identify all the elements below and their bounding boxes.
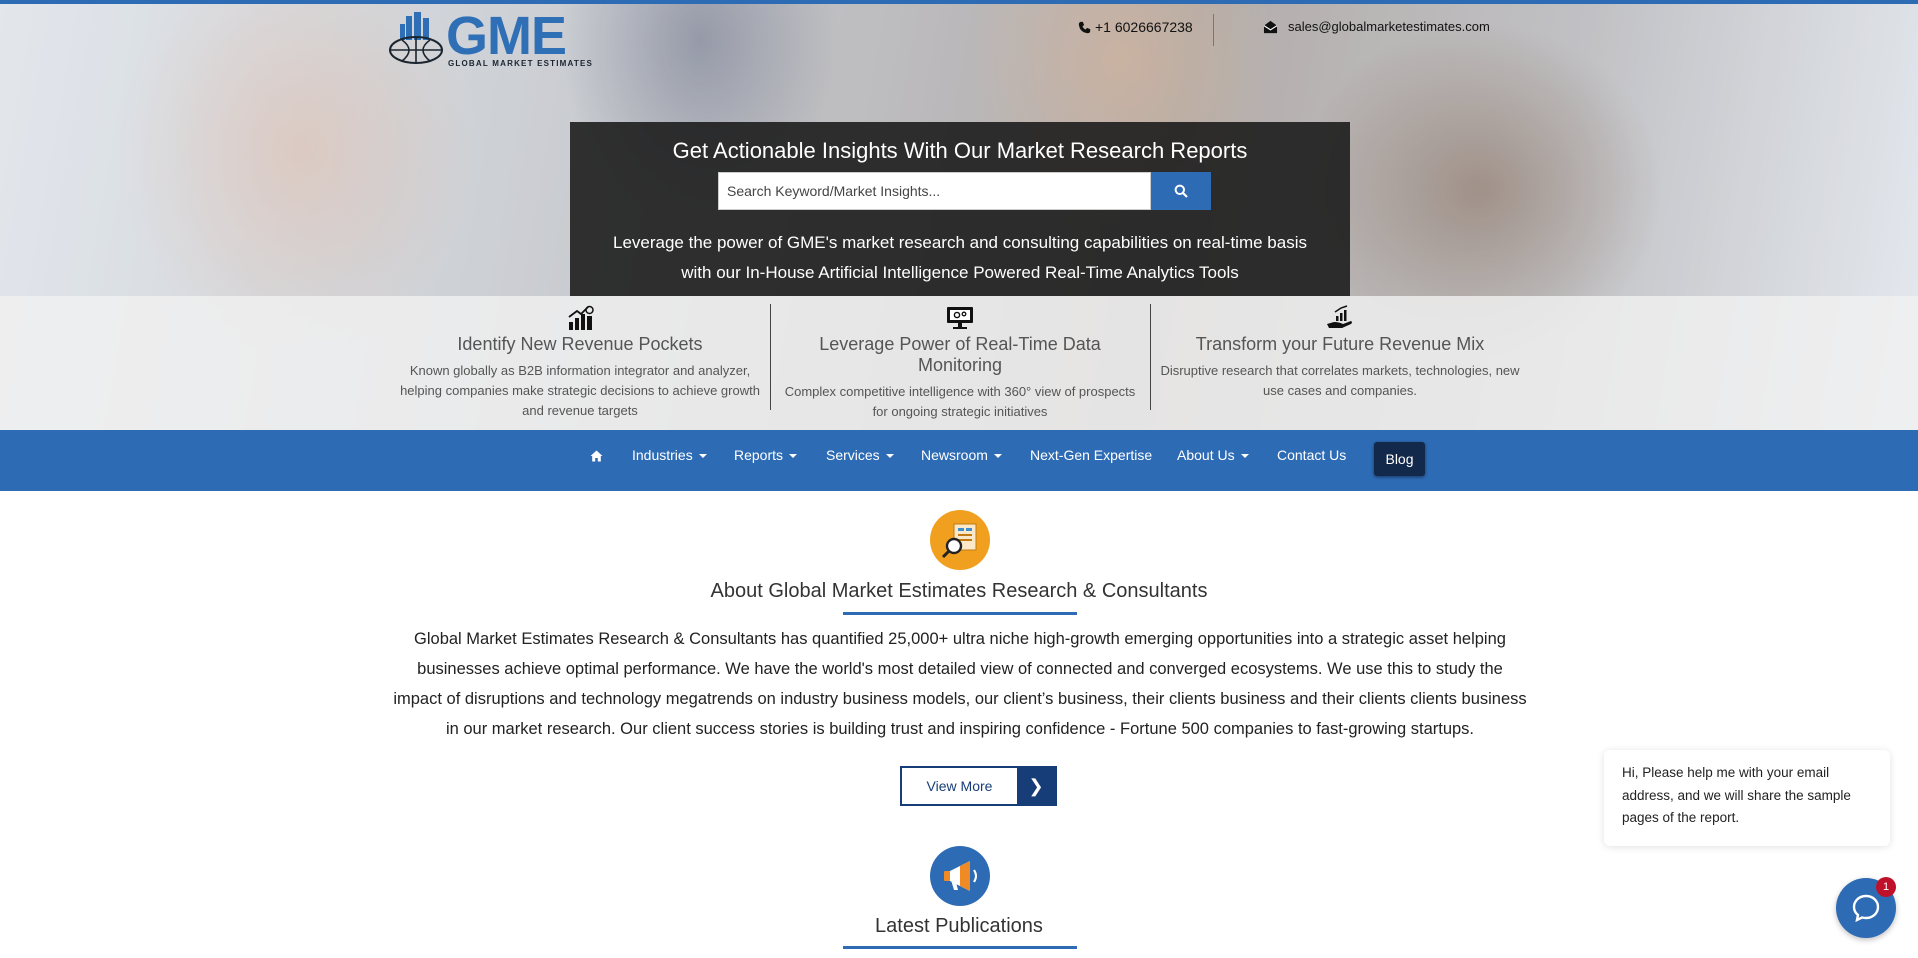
- feature-line: for ongoing strategic initiatives: [872, 404, 1048, 419]
- view-more-label: View More: [926, 778, 993, 794]
- phone-contact[interactable]: +1 6026667238: [1078, 19, 1193, 35]
- nav-label: Reports: [734, 447, 784, 463]
- nav-label: Industries: [632, 447, 693, 463]
- hero-heading: Get Actionable Insights With Our Market …: [672, 138, 1248, 163]
- feature-divider: [770, 304, 771, 410]
- feature-line: and revenue targets: [522, 403, 638, 418]
- search-input[interactable]: [718, 172, 1151, 210]
- blog-button[interactable]: Blog: [1374, 442, 1425, 476]
- phone-number: +1 6026667238: [1095, 19, 1193, 35]
- nav-next-gen-expertise[interactable]: Next-Gen Expertise: [1030, 430, 1152, 491]
- chat-line: address, and we will share the sample: [1622, 787, 1851, 803]
- hero-tagline: Leverage the power of GME's market resea…: [570, 228, 1350, 288]
- feature-line: Disruptive research that correlates mark…: [1160, 363, 1520, 378]
- globe-buildings-icon: [389, 12, 443, 64]
- feature-revenue-mix: Transform your Future Revenue Mix Disrup…: [1155, 304, 1525, 401]
- feature-description: Disruptive research that correlates mark…: [1155, 361, 1525, 401]
- feature-description: Complex competitive intelligence with 36…: [775, 382, 1145, 422]
- feature-line: Known globally as B2B information integr…: [409, 363, 751, 378]
- about-line: Global Market Estimates Research & Consu…: [414, 630, 1506, 648]
- nav-services[interactable]: Services: [826, 430, 894, 491]
- growth-hand-icon: [1327, 305, 1352, 328]
- caret-down-icon: [789, 454, 798, 459]
- nav-newsroom[interactable]: Newsroom: [921, 430, 1002, 491]
- email-address: sales@globalmarketestimates.com: [1288, 19, 1490, 34]
- nav-reports[interactable]: Reports: [734, 430, 798, 491]
- nav-label: About Us: [1177, 447, 1235, 463]
- publications-title-underline: [843, 946, 1077, 949]
- contact-divider: [1213, 14, 1214, 46]
- features-strip: Identify New Revenue Pockets Known globa…: [0, 296, 1918, 430]
- hero-tagline-line: with our In-House Artificial Intelligenc…: [681, 263, 1239, 282]
- megaphone-icon: [944, 861, 977, 891]
- search-bar: [718, 172, 1211, 210]
- about-description: Global Market Estimates Research & Consu…: [370, 624, 1550, 744]
- chat-bubble-icon: [1852, 894, 1880, 923]
- feature-title: Transform your Future Revenue Mix: [1195, 334, 1485, 354]
- site-logo[interactable]: GME GLOBAL MARKET ESTIMATES: [388, 6, 594, 68]
- caret-down-icon: [1240, 454, 1249, 459]
- nav-label: Next-Gen Expertise: [1030, 447, 1153, 463]
- feature-revenue-pockets: Identify New Revenue Pockets Known globa…: [395, 304, 765, 421]
- chat-line: Hi, Please help me with your email: [1622, 765, 1830, 780]
- view-more-button[interactable]: View More ❯: [900, 766, 1057, 806]
- feature-description: Known globally as B2B information integr…: [395, 361, 765, 421]
- bar-chart-icon: [568, 305, 594, 330]
- main-navigation: Industries Reports Services Newsroom Nex…: [0, 430, 1918, 491]
- search-panel: Get Actionable Insights With Our Market …: [570, 122, 1350, 296]
- about-line: businesses achieve optimal performance. …: [417, 660, 1503, 678]
- feature-title: Identify New Revenue Pockets: [457, 334, 703, 354]
- monitor-icon: [947, 307, 973, 329]
- nav-about-us[interactable]: About Us: [1177, 430, 1249, 491]
- home-icon: [590, 450, 603, 462]
- feature-divider: [1150, 304, 1151, 410]
- feature-title: Leverage Power of Real-Time Data Monitor…: [819, 334, 1101, 375]
- publications-title: Latest Publications: [875, 915, 1043, 937]
- email-contact[interactable]: sales@globalmarketestimates.com: [1263, 19, 1490, 34]
- chevron-right-icon: ❯: [1017, 768, 1055, 804]
- nav-contact-us[interactable]: Contact Us: [1277, 430, 1346, 491]
- feature-line: Complex competitive intelligence with 36…: [784, 384, 1136, 399]
- chat-notification-badge: 1: [1876, 877, 1896, 897]
- nav-label: Newsroom: [921, 447, 988, 463]
- phone-icon: [1078, 21, 1091, 33]
- magnifier-document-icon: [941, 523, 977, 559]
- search-icon: [1174, 184, 1188, 198]
- about-line: impact of disruptions and technology meg…: [393, 690, 1527, 708]
- publications-icon: [930, 846, 990, 906]
- market-research-icon: [930, 510, 990, 570]
- nav-label: Services: [826, 447, 880, 463]
- hero-tagline-line: Leverage the power of GME's market resea…: [613, 233, 1307, 252]
- chat-line: pages of the report.: [1622, 810, 1740, 825]
- about-line: in our market research. Our client succe…: [445, 720, 1475, 738]
- nav-home[interactable]: [590, 430, 603, 491]
- feature-real-time-monitoring: Leverage Power of Real-Time Data Monitor…: [775, 304, 1145, 422]
- feature-line: use cases and companies.: [1263, 383, 1417, 398]
- nav-industries[interactable]: Industries: [632, 430, 707, 491]
- caret-down-icon: [885, 454, 894, 459]
- caret-down-icon: [993, 454, 1002, 459]
- about-title-underline: [843, 612, 1077, 615]
- search-button[interactable]: [1151, 172, 1211, 210]
- logo-tagline: GLOBAL MARKET ESTIMATES: [448, 59, 594, 68]
- top-accent-strip: [0, 0, 1918, 4]
- chat-greeting-bubble[interactable]: Hi, Please help me with your email addre…: [1604, 750, 1890, 846]
- about-title: About Global Market Estimates Research &…: [710, 580, 1208, 602]
- feature-line: helping companies make strategic decisio…: [400, 383, 760, 398]
- logo-wordmark: GME: [446, 6, 567, 66]
- envelope-open-icon: [1263, 20, 1278, 33]
- caret-down-icon: [698, 454, 707, 459]
- nav-label: Contact Us: [1277, 447, 1347, 463]
